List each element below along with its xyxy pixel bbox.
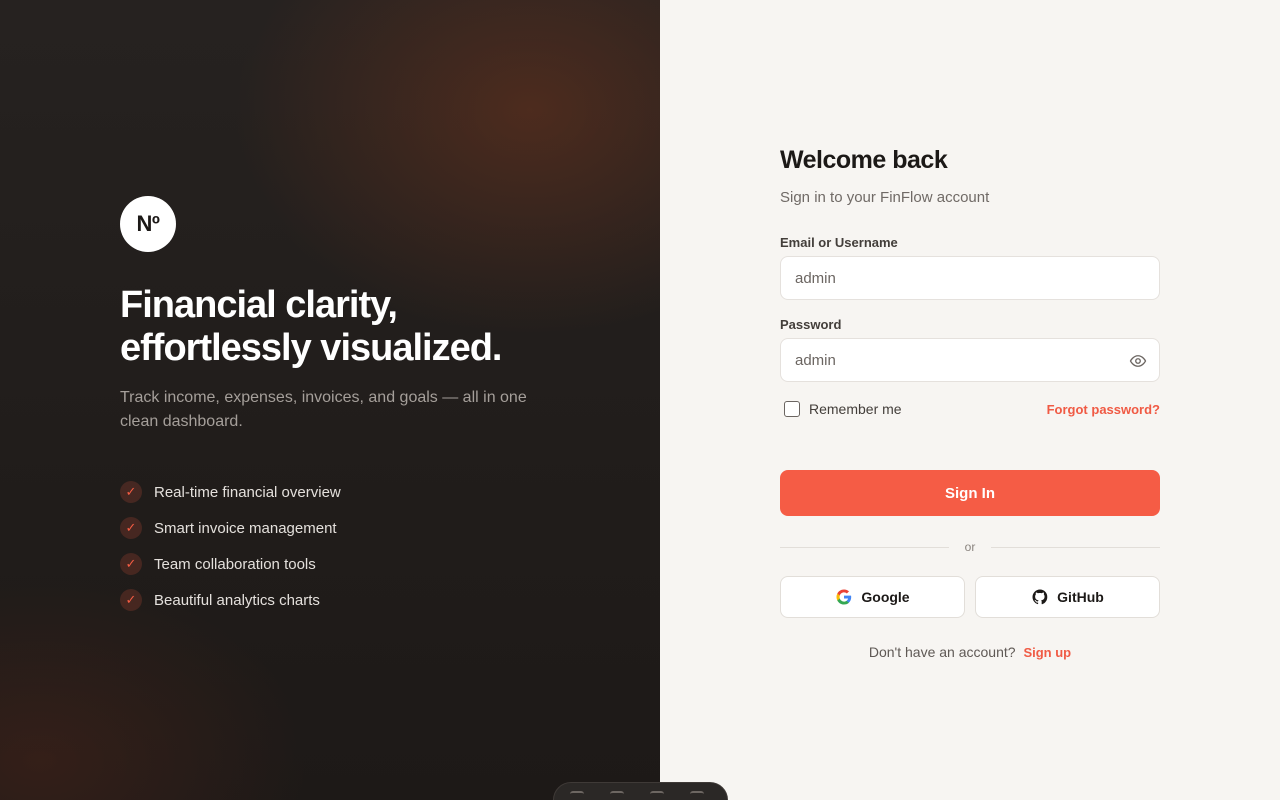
email-field-wrapper xyxy=(780,256,1160,300)
toolbar-icon[interactable] xyxy=(690,791,704,800)
google-icon xyxy=(836,589,852,605)
check-icon: ✓ xyxy=(120,553,142,575)
feature-label: Smart invoice management xyxy=(154,519,337,537)
no-account-text: Don't have an account? xyxy=(868,644,1016,660)
sign-in-button[interactable]: Sign In xyxy=(780,470,1160,516)
check-icon: ✓ xyxy=(120,481,142,503)
google-button[interactable]: Google xyxy=(780,576,965,618)
forgot-password-link[interactable]: Forgot password? xyxy=(1047,402,1160,417)
password-field-wrapper xyxy=(780,338,1160,382)
remember-me[interactable]: Remember me xyxy=(780,401,902,417)
password-label: Password xyxy=(780,317,842,332)
feature-label: Beautiful analytics charts xyxy=(154,591,320,609)
social-login: Google GitHub xyxy=(780,576,1160,618)
headline-line-1: Financial clarity, xyxy=(120,284,398,326)
brand-logo: Nº xyxy=(120,196,176,252)
headline-line-2: effortlessly visualized. xyxy=(120,327,502,369)
github-icon xyxy=(1032,589,1048,605)
feature-label: Team collaboration tools xyxy=(154,555,316,573)
feature-item: ✓ Team collaboration tools xyxy=(120,546,341,582)
check-icon: ✓ xyxy=(120,517,142,539)
signup-prompt: Don't have an account? Sign up xyxy=(780,642,1160,662)
feature-item: ✓ Smart invoice management xyxy=(120,510,341,546)
divider-line xyxy=(780,546,949,548)
toolbar-icon[interactable] xyxy=(570,791,584,800)
login-form: Welcome back Sign in to your FinFlow acc… xyxy=(780,140,1161,660)
password-field[interactable] xyxy=(781,339,1159,381)
or-divider: or xyxy=(780,540,1161,554)
github-button[interactable]: GitHub xyxy=(975,576,1160,618)
brand-tagline: Track income, expenses, invoices, and go… xyxy=(120,389,527,430)
remember-checkbox[interactable] xyxy=(784,401,800,417)
feature-list: ✓ Real-time financial overview ✓ Smart i… xyxy=(120,474,341,618)
page-title: Welcome back xyxy=(780,146,948,174)
eye-icon[interactable] xyxy=(1129,352,1147,370)
toolbar-icon[interactable] xyxy=(650,791,664,800)
email-label: Email or Username xyxy=(780,235,898,250)
feature-item: ✓ Beautiful analytics charts xyxy=(120,582,341,618)
page-subtitle: Sign in to your FinFlow account xyxy=(780,189,990,206)
sign-up-link[interactable]: Sign up xyxy=(1023,645,1071,660)
feature-item: ✓ Real-time financial overview xyxy=(120,474,341,510)
email-field[interactable] xyxy=(781,257,1159,299)
divider-label: or xyxy=(964,540,976,554)
remember-row: Remember me Forgot password? xyxy=(780,400,1160,418)
google-label: Google xyxy=(861,589,910,605)
dev-toolbar[interactable] xyxy=(553,782,728,800)
brand-panel: Nº Financial clarity, effortlessly visua… xyxy=(0,0,660,800)
divider-line xyxy=(991,546,1161,548)
brand-headline: Financial clarity, effortlessly visualiz… xyxy=(120,284,600,370)
github-label: GitHub xyxy=(1057,589,1104,605)
feature-label: Real-time financial overview xyxy=(154,483,341,501)
toolbar-icon[interactable] xyxy=(610,791,624,800)
check-icon: ✓ xyxy=(120,589,142,611)
remember-label: Remember me xyxy=(809,401,902,417)
